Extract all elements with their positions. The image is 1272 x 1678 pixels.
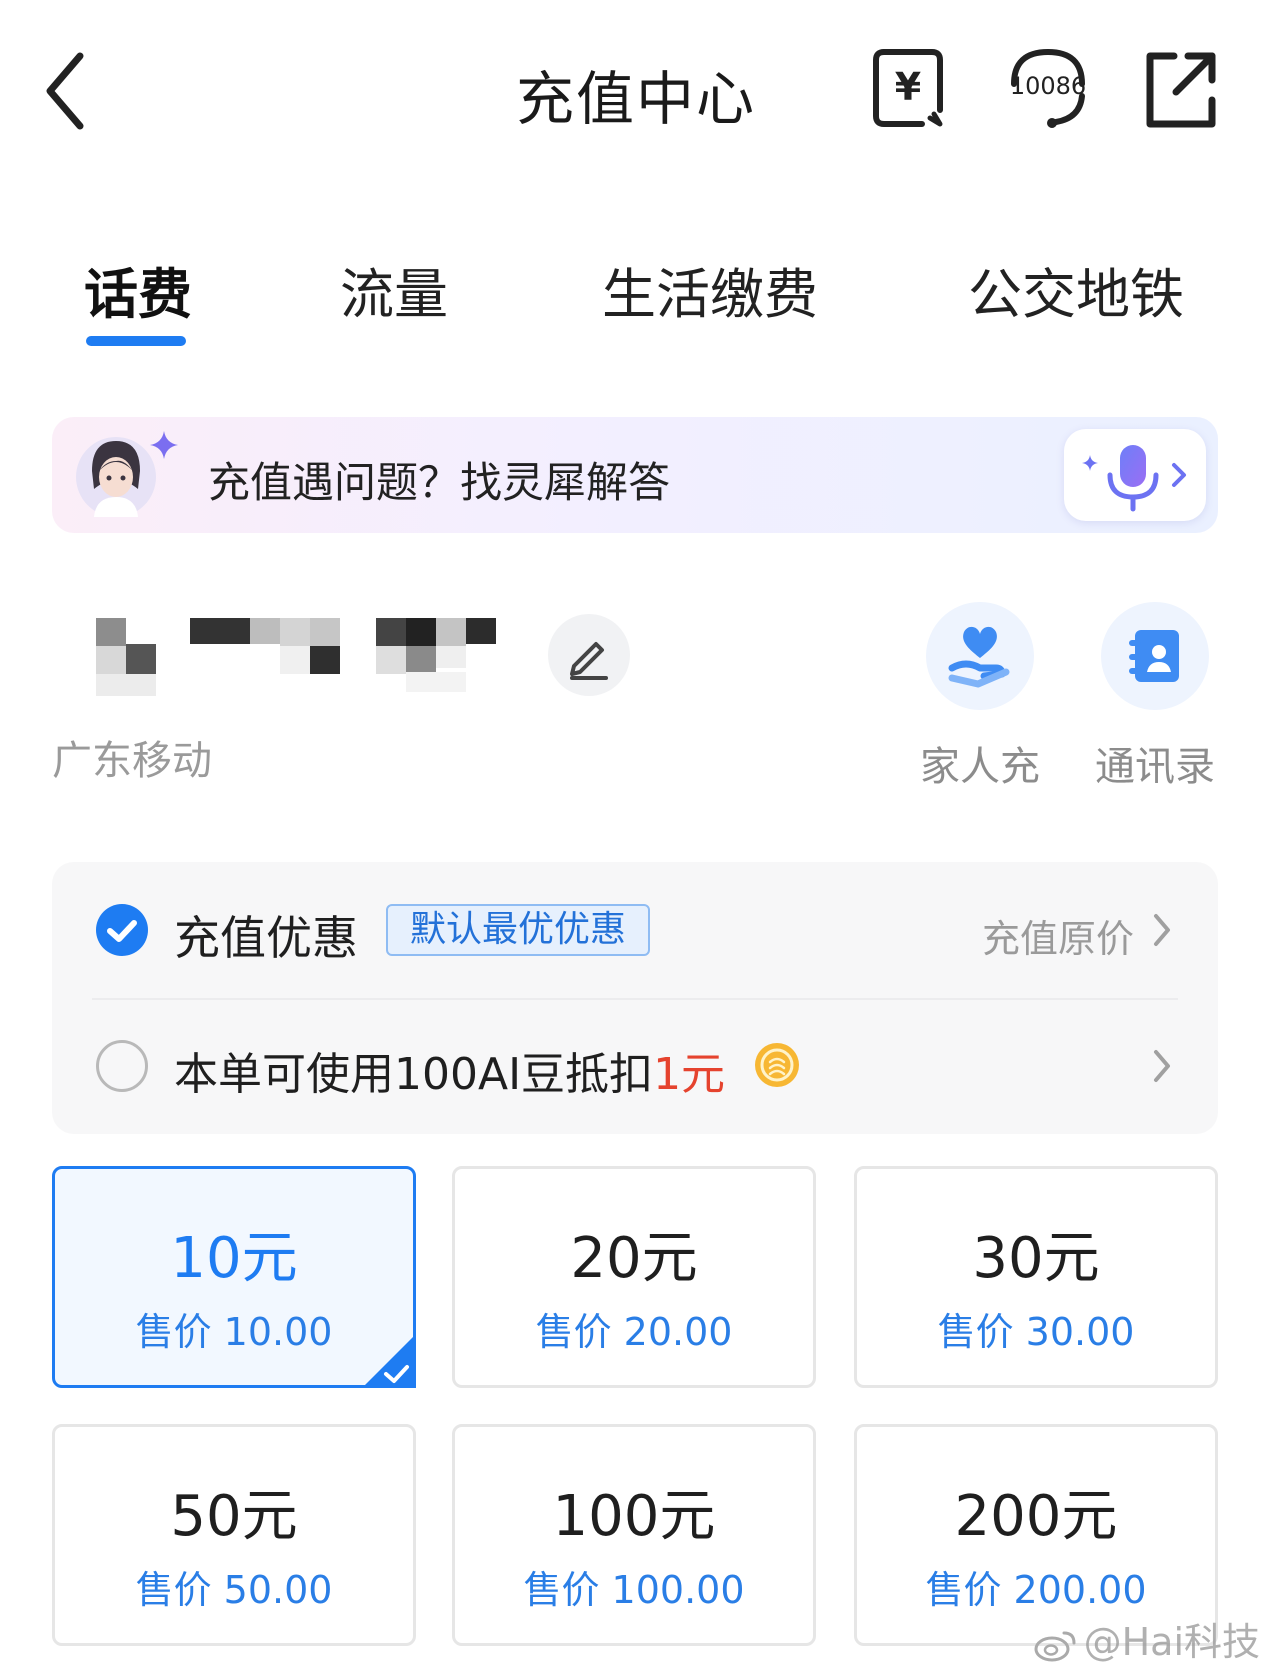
amount-value: 50元: [170, 1484, 298, 1549]
original-price-link[interactable]: 充值原价: [982, 908, 1134, 963]
tab-utilities[interactable]: 生活缴费: [602, 250, 818, 329]
weibo-icon: [1034, 1631, 1076, 1661]
microphone-icon: [1082, 445, 1186, 512]
share-button[interactable]: [1140, 44, 1220, 134]
sparkle-icon: [148, 429, 180, 461]
amount-value: 20元: [570, 1226, 698, 1291]
tab-data[interactable]: 流量: [340, 250, 448, 329]
tab-transit[interactable]: 公交地铁: [968, 250, 1184, 329]
chevron-right-icon: [1154, 914, 1170, 946]
discount-option-label: 充值优惠: [174, 911, 358, 965]
sale-price: 售价 10.00: [135, 1310, 333, 1354]
ai-beans-deduction-option[interactable]: 本单可使用100AI豆抵扣1元: [52, 998, 1218, 1134]
bill-icon-text: ¥: [895, 65, 921, 109]
selected-check-corner-icon: [362, 1334, 416, 1388]
sale-price: 售价 30.00: [937, 1310, 1135, 1354]
service-icon-text: 10086: [1010, 72, 1086, 100]
amount-value: 10元: [170, 1226, 298, 1291]
family-recharge-label: 家人充: [920, 744, 1040, 790]
yuan-receipt-icon: ¥: [873, 49, 943, 127]
carrier-label: 广东移动: [52, 738, 212, 784]
active-tab-indicator: [86, 336, 186, 346]
checkbox-checked[interactable]: [96, 904, 148, 956]
voice-assistant-button[interactable]: [1064, 429, 1206, 521]
sale-price: 售价 50.00: [135, 1568, 333, 1612]
top-nav-bar: 充值中心 ¥ 10086: [0, 0, 1272, 180]
sale-price: 售价 100.00: [523, 1568, 745, 1612]
sale-price: 售价 200.00: [925, 1568, 1147, 1612]
amount-option-30[interactable]: 30元 售价 30.00: [854, 1166, 1218, 1388]
family-heart-icon: [948, 626, 1010, 688]
chevron-right-icon: [1154, 1050, 1170, 1082]
ai-banner-text: 充值遇问题？找灵犀解答: [208, 458, 671, 507]
checkmark-icon: [107, 920, 137, 942]
family-recharge-button[interactable]: 家人充: [905, 602, 1055, 792]
discount-options-card: 充值优惠 默认最优优惠 充值原价 本单可使用100AI豆抵扣1元: [52, 862, 1218, 1134]
edit-number-button[interactable]: [548, 614, 630, 696]
customer-service-button[interactable]: 10086: [1000, 44, 1096, 134]
contacts-button[interactable]: 通讯录: [1080, 602, 1230, 792]
chevron-right-icon: [1172, 463, 1186, 487]
recharge-discount-option[interactable]: 充值优惠 默认最优优惠 充值原价: [52, 862, 1218, 998]
share-external-icon: [1146, 52, 1216, 128]
assistant-avatar: [74, 431, 158, 519]
masked-phone-number: [90, 614, 510, 704]
amount-option-10[interactable]: 10元 售价 10.00: [52, 1166, 416, 1388]
amount-option-100[interactable]: 100元 售价 100.00: [452, 1424, 816, 1646]
headset-10086-icon: 10086: [1010, 48, 1086, 128]
deduction-amount: 1元: [653, 1049, 726, 1100]
bill-button[interactable]: ¥: [870, 44, 950, 134]
checkbox-unchecked[interactable]: [96, 1040, 148, 1092]
ai-beans-deduction-text: 本单可使用100AI豆抵扣1元: [174, 1038, 725, 1102]
best-discount-badge: 默认最优优惠: [386, 904, 651, 956]
tab-phone-bill[interactable]: 话费: [84, 250, 192, 329]
amount-value: 200元: [954, 1484, 1118, 1549]
amount-option-20[interactable]: 20元 售价 20.00: [452, 1166, 816, 1388]
ai-bean-coin-icon: [755, 1043, 799, 1087]
contacts-book-icon: [1129, 630, 1179, 682]
watermark: @Hai科技: [1034, 1611, 1260, 1666]
deduction-prefix: 本单可使用100AI豆抵扣: [174, 1049, 654, 1100]
watermark-text: @Hai科技: [1083, 1620, 1260, 1664]
amount-option-50[interactable]: 50元 售价 50.00: [52, 1424, 416, 1646]
contacts-label: 通讯录: [1095, 744, 1215, 790]
account-section: 广东移动 家人充 通讯录: [0, 590, 1272, 790]
amount-value: 100元: [552, 1484, 716, 1549]
amount-value: 30元: [972, 1226, 1100, 1291]
category-tabs: 话费 流量 生活缴费 公交地铁: [0, 230, 1272, 350]
ai-assistant-banner[interactable]: 充值遇问题？找灵犀解答: [52, 417, 1218, 533]
sale-price: 售价 20.00: [535, 1310, 733, 1354]
pencil-icon: [570, 642, 608, 680]
